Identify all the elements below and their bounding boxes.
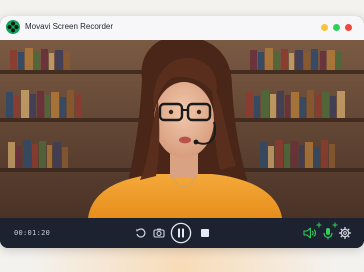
webcam-preview-image xyxy=(0,40,364,218)
stop-icon xyxy=(201,229,209,237)
recorder-window: Movavi Screen Recorder 00:01:20 xyxy=(0,16,364,248)
camera-icon xyxy=(153,228,165,238)
restart-icon xyxy=(136,228,146,238)
movavi-logo-icon xyxy=(6,20,20,34)
settings-button[interactable] xyxy=(336,224,354,242)
close-button[interactable] xyxy=(345,24,352,31)
webcam-preview xyxy=(0,40,364,218)
title-bar: Movavi Screen Recorder xyxy=(0,16,364,40)
app-title: Movavi Screen Recorder xyxy=(25,22,114,31)
pause-icon xyxy=(170,222,192,244)
restart-button[interactable] xyxy=(132,224,150,242)
pause-button[interactable] xyxy=(170,222,192,244)
minimize-button[interactable] xyxy=(321,24,328,31)
gear-icon xyxy=(339,227,351,239)
stop-button[interactable] xyxy=(196,224,214,242)
maximize-button[interactable] xyxy=(333,24,340,31)
recording-toolbar: 00:01:20 xyxy=(0,218,364,248)
screenshot-button[interactable] xyxy=(150,224,168,242)
elapsed-time: 00:01:20 xyxy=(14,229,51,237)
